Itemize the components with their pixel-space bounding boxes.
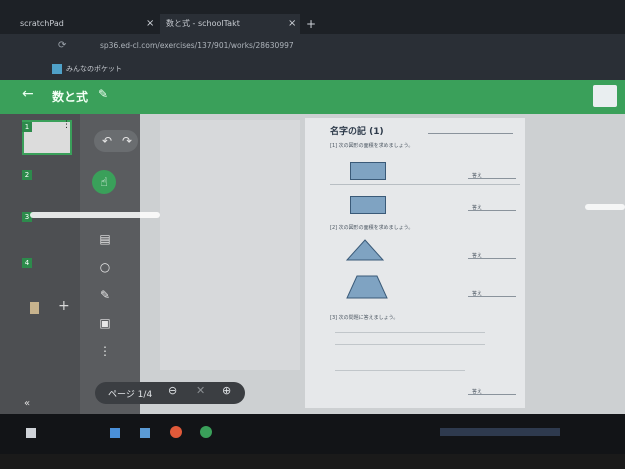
- bookmark-icon: [52, 64, 62, 74]
- question-2: [2] 次の図形の面積を求めましょう。: [330, 225, 414, 231]
- windows-start-icon[interactable]: [26, 428, 36, 438]
- answer-line: [468, 394, 516, 395]
- bookmark-item[interactable]: みんなのポケット: [66, 63, 122, 75]
- tab-label: scratchPad: [20, 19, 64, 28]
- worksheet-page[interactable]: [305, 118, 525, 408]
- divider: [330, 184, 520, 185]
- header-action-button[interactable]: [593, 85, 617, 107]
- rectangle-figure: [350, 196, 386, 214]
- tab-label: 数と式 - schoolTakt: [166, 19, 240, 28]
- fit-page-icon[interactable]: ✕: [196, 384, 205, 397]
- answer-line: [468, 210, 516, 211]
- redo-icon[interactable]: ↷: [118, 132, 136, 150]
- new-tab-button[interactable]: +: [306, 14, 316, 34]
- arrow-left-icon[interactable]: ←: [22, 86, 34, 102]
- text-box-icon[interactable]: ▤: [96, 230, 114, 248]
- add-page-icon[interactable]: +: [58, 298, 70, 314]
- screen-glare: [585, 204, 625, 210]
- tab-close-icon[interactable]: ×: [288, 14, 296, 34]
- monitor-bezel: [0, 454, 625, 469]
- taskbar-app-icon[interactable]: [110, 428, 120, 438]
- system-tray: [440, 428, 560, 436]
- undo-icon[interactable]: ↶: [98, 132, 116, 150]
- answer-line: [468, 296, 516, 297]
- address-bar-row: [0, 34, 625, 60]
- worksheet-title: 名字の記 (1): [330, 127, 384, 137]
- text-line: [335, 370, 465, 371]
- shape-circle-icon[interactable]: ○: [96, 258, 114, 276]
- app-header: [0, 80, 625, 114]
- page-thumbnail-panel: [0, 114, 80, 414]
- zoom-in-icon[interactable]: ⊕: [222, 384, 231, 397]
- question-1: [1] 次の図形の面積を求めましょう。: [330, 143, 414, 149]
- document-icon[interactable]: [30, 302, 39, 314]
- pen-icon[interactable]: ✎: [96, 286, 114, 304]
- taskbar-app-icon[interactable]: [140, 428, 150, 438]
- question-3: [3] 次の問題に答えましょう。: [330, 315, 399, 321]
- name-line: [428, 133, 513, 134]
- pencil-icon[interactable]: ✎: [98, 87, 108, 101]
- rectangle-figure: [350, 162, 386, 180]
- screen-glare: [30, 212, 160, 218]
- page-number[interactable]: 4: [22, 258, 32, 268]
- triangle-figure: [345, 239, 385, 261]
- trapezoid-figure: [346, 275, 388, 299]
- text-line: [335, 332, 485, 333]
- page-indicator: ページ 1/4: [108, 390, 153, 400]
- answer-line: [468, 258, 516, 259]
- image-icon[interactable]: ▣: [96, 314, 114, 332]
- address-input[interactable]: sp36.ed-cl.com/exercises/137/901/works/2…: [100, 40, 294, 52]
- page-number: 1: [22, 122, 32, 132]
- zoom-out-icon[interactable]: ⊖: [168, 384, 177, 397]
- more-options-icon[interactable]: ⋮: [62, 120, 71, 130]
- text-line: [335, 344, 485, 345]
- canvas-left-shadow: [160, 120, 300, 370]
- hand-pointer-icon[interactable]: ☝: [92, 170, 116, 194]
- chrome-icon[interactable]: [170, 426, 182, 438]
- answer-line: [468, 178, 516, 179]
- tab-scratchpad[interactable]: scratchPad: [14, 14, 144, 34]
- reload-icon[interactable]: ⟳: [58, 40, 66, 51]
- taskbar-app-icon[interactable]: [200, 426, 212, 438]
- page-number[interactable]: 2: [22, 170, 32, 180]
- tab-schooltakt[interactable]: 数と式 - schoolTakt: [160, 14, 300, 34]
- page-title: 数と式: [52, 90, 89, 104]
- tab-close-icon[interactable]: ×: [146, 14, 154, 34]
- collapse-icon[interactable]: «: [24, 398, 30, 409]
- more-tools-icon[interactable]: ⋮: [96, 342, 114, 360]
